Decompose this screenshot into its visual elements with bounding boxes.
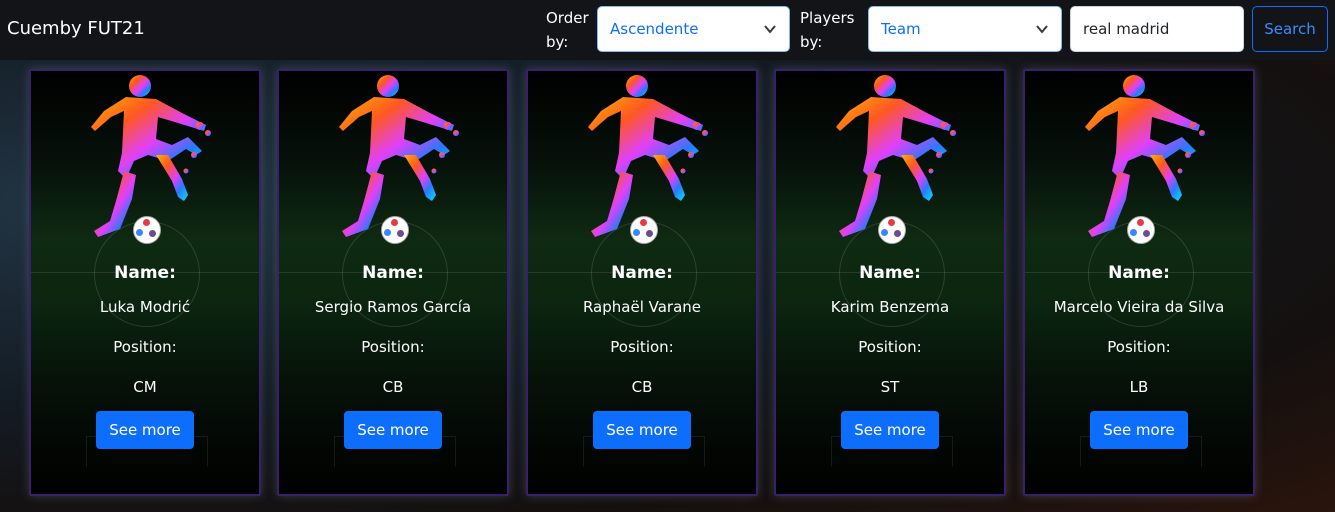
name-label: Name: bbox=[611, 263, 673, 283]
player-position: ST bbox=[880, 378, 900, 396]
player-name: Marcelo Vieira da Silva bbox=[1053, 298, 1225, 316]
soccer-ball-icon bbox=[1127, 216, 1155, 244]
see-more-button[interactable]: See more bbox=[344, 411, 442, 449]
soccer-ball-icon bbox=[878, 216, 906, 244]
player-position: CB bbox=[631, 378, 653, 396]
players-by-label: Players by: bbox=[800, 9, 855, 51]
soccer-ball-icon bbox=[133, 216, 161, 244]
player-card: Name: Marcelo Vieira da Silva Position: … bbox=[1023, 69, 1255, 496]
player-card-body: Name: Sergio Ramos García Position: CB S… bbox=[279, 263, 507, 449]
player-card-body: Name: Raphaël Varane Position: CB See mo… bbox=[528, 263, 756, 449]
order-select-value: Ascendente bbox=[610, 20, 699, 38]
position-label: Position: bbox=[858, 338, 922, 356]
player-name: Karim Benzema bbox=[830, 298, 950, 316]
brand-title[interactable]: Cuemby FUT21 bbox=[7, 18, 145, 39]
position-label: Position: bbox=[1107, 338, 1171, 356]
see-more-button[interactable]: See more bbox=[1090, 411, 1188, 449]
players-select-value: Team bbox=[881, 20, 921, 38]
player-card: Name: Luka Modrić Position: CM See more bbox=[29, 69, 261, 496]
player-position: CM bbox=[133, 378, 157, 396]
player-name: Luka Modrić bbox=[99, 298, 191, 316]
see-more-button[interactable]: See more bbox=[841, 411, 939, 449]
chevron-down-icon bbox=[764, 25, 776, 34]
player-name: Sergio Ramos García bbox=[314, 298, 472, 316]
player-name: Raphaël Varane bbox=[582, 298, 702, 316]
name-label: Name: bbox=[1108, 263, 1170, 283]
position-label: Position: bbox=[113, 338, 177, 356]
chevron-down-icon bbox=[1036, 25, 1048, 34]
navbar: Cuemby FUT21 Order by: Ascendente Player… bbox=[0, 0, 1335, 60]
search-input[interactable]: real madrid bbox=[1070, 6, 1244, 52]
see-more-button[interactable]: See more bbox=[96, 411, 194, 449]
order-select[interactable]: Ascendente bbox=[597, 6, 790, 52]
position-label: Position: bbox=[361, 338, 425, 356]
player-card: Name: Karim Benzema Position: ST See mor… bbox=[774, 69, 1006, 496]
see-more-button[interactable]: See more bbox=[593, 411, 691, 449]
search-button[interactable]: Search bbox=[1252, 6, 1328, 52]
player-card-body: Name: Marcelo Vieira da Silva Position: … bbox=[1025, 263, 1253, 449]
player-card-body: Name: Karim Benzema Position: ST See mor… bbox=[776, 263, 1004, 449]
player-position: CB bbox=[382, 378, 404, 396]
soccer-ball-icon bbox=[630, 216, 658, 244]
player-position: LB bbox=[1129, 378, 1149, 396]
name-label: Name: bbox=[114, 263, 176, 283]
player-card-body: Name: Luka Modrić Position: CM See more bbox=[31, 263, 259, 449]
name-label: Name: bbox=[859, 263, 921, 283]
player-card: Name: Raphaël Varane Position: CB See mo… bbox=[526, 69, 758, 496]
player-card: Name: Sergio Ramos García Position: CB S… bbox=[277, 69, 509, 496]
name-label: Name: bbox=[362, 263, 424, 283]
players-select[interactable]: Team bbox=[868, 6, 1062, 52]
position-label: Position: bbox=[610, 338, 674, 356]
soccer-ball-icon bbox=[381, 216, 409, 244]
order-by-label: Order by: bbox=[546, 9, 589, 51]
